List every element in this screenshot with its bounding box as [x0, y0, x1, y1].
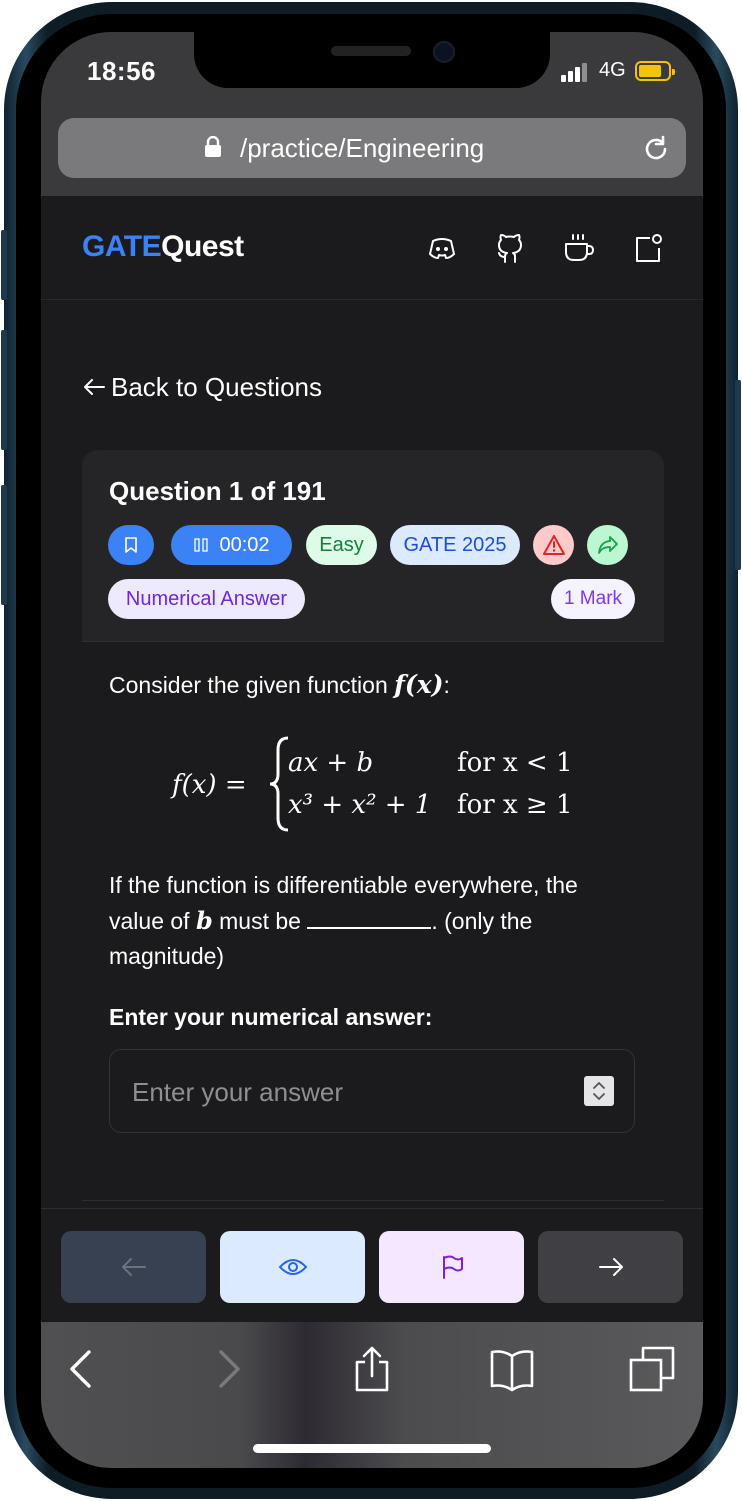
notification-icon[interactable]	[631, 232, 665, 266]
question-title: Question 1 of 191	[109, 476, 326, 506]
flag-icon	[442, 1255, 463, 1279]
timer-value: 00:02	[219, 533, 270, 556]
question-intro: Consider the given function f(x):	[109, 670, 450, 699]
bookmarks-icon[interactable]	[489, 1346, 535, 1392]
coffee-icon[interactable]	[561, 232, 595, 266]
share-icon	[597, 536, 618, 554]
tabs-icon[interactable]	[629, 1346, 675, 1392]
question-intro-math: f(x)	[394, 670, 444, 699]
browser-bar: /practice/Engineering	[41, 118, 703, 196]
browser-toolbar	[41, 1322, 703, 1468]
logo-part-quest: Quest	[161, 230, 244, 263]
app-logo[interactable]: GATEQuest	[82, 230, 244, 264]
equation-lhs: f(x) =	[172, 770, 247, 800]
next-question-button[interactable]	[538, 1231, 683, 1303]
divider	[82, 641, 664, 642]
marks-badge: 1 Mark	[551, 579, 635, 619]
screen: 18:56 4G /practice/Engineering GATEQuest…	[41, 32, 703, 1468]
question-intro-text: Consider the given function	[109, 672, 388, 698]
arrow-left-icon	[121, 1258, 146, 1276]
case2-expression: x³ + x² + 1	[288, 790, 432, 820]
browser-back-icon[interactable]	[59, 1346, 105, 1392]
app-header: GATEQuest	[41, 196, 703, 300]
brace-symbol	[269, 736, 289, 832]
answer-field[interactable]	[109, 1049, 635, 1133]
side-button	[1, 485, 7, 605]
question-intro-suffix: :	[443, 672, 450, 698]
pause-icon	[194, 538, 209, 552]
share-button[interactable]	[587, 525, 628, 565]
answer-label: Enter your numerical answer:	[109, 1004, 433, 1030]
exam-badge: GATE 2025	[390, 525, 520, 565]
question-action-bar	[41, 1208, 703, 1322]
timer-chip[interactable]: 00:02	[171, 525, 292, 565]
question-type-badge: Numerical Answer	[108, 579, 305, 619]
status-time: 18:56	[87, 56, 156, 86]
home-indicator[interactable]	[253, 1444, 491, 1453]
case2-condition: for x ≥ 1	[457, 790, 573, 820]
eye-icon	[278, 1259, 307, 1275]
piecewise-equation: f(x) = ax + b for x < 1 x³ + x² + 1 for …	[172, 732, 592, 842]
question-body-variable: b	[195, 906, 213, 935]
back-to-questions-link[interactable]: Back to Questions	[83, 372, 322, 403]
side-button	[735, 380, 741, 570]
side-button	[1, 330, 7, 450]
share-icon[interactable]	[349, 1346, 395, 1392]
flag-question-button[interactable]	[379, 1231, 524, 1303]
lock-icon	[205, 136, 221, 157]
address-bar[interactable]: /practice/Engineering	[58, 118, 686, 178]
side-button	[1, 230, 7, 300]
signal-icon	[561, 62, 595, 82]
browser-forward-icon	[219, 1350, 240, 1388]
divider	[82, 1200, 664, 1201]
question-body: If the function is differentiable everyw…	[109, 868, 639, 974]
case1-expression: ax + b	[288, 748, 374, 778]
logo-part-gate: GATE	[82, 230, 162, 263]
notch	[194, 32, 550, 88]
front-camera	[433, 41, 455, 63]
case1-condition: for x < 1	[457, 748, 573, 778]
warning-icon	[542, 535, 565, 555]
battery-icon	[635, 61, 675, 81]
number-stepper[interactable]	[584, 1076, 614, 1106]
network-label: 4G	[599, 59, 626, 81]
difficulty-badge: Easy	[306, 525, 377, 565]
show-answer-button[interactable]	[220, 1231, 365, 1303]
arrow-left-icon	[83, 372, 111, 403]
status-bar: 18:56 4G	[41, 32, 703, 118]
report-button[interactable]	[533, 525, 574, 565]
arrow-right-icon	[598, 1258, 623, 1276]
reload-icon[interactable]	[641, 134, 671, 164]
answer-blank	[307, 911, 432, 929]
speaker	[331, 46, 411, 56]
previous-question-button[interactable]	[61, 1231, 206, 1303]
question-body-part2: must be	[219, 908, 301, 934]
discord-icon[interactable]	[425, 232, 459, 266]
bookmark-button[interactable]	[108, 525, 154, 565]
stepper-arrows-icon	[593, 1082, 605, 1100]
github-icon[interactable]	[493, 232, 527, 266]
url-text[interactable]: /practice/Engineering	[240, 133, 484, 164]
back-label: Back to Questions	[111, 372, 322, 402]
bookmark-icon	[125, 537, 137, 553]
answer-input[interactable]	[130, 1072, 550, 1112]
